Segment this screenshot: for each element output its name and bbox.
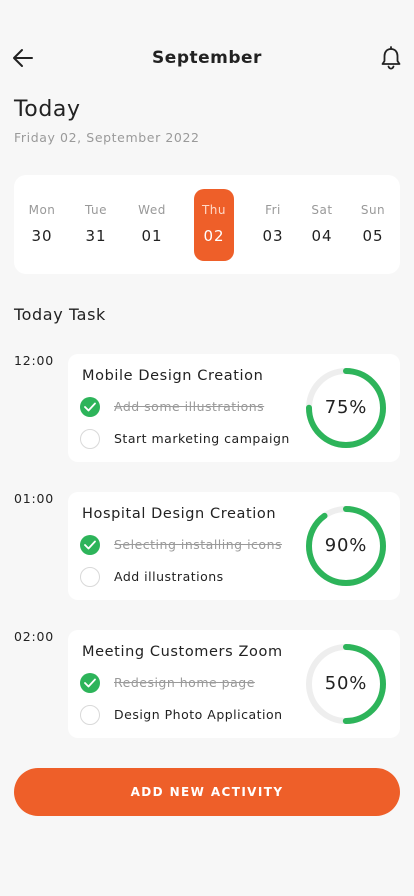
checkbox-unchecked[interactable] bbox=[80, 429, 100, 449]
section-title: Today Task bbox=[14, 305, 106, 324]
day-name: Tue bbox=[85, 203, 107, 217]
progress-ring: 75% bbox=[306, 368, 386, 448]
progress-ring: 50% bbox=[306, 644, 386, 724]
check-icon bbox=[84, 540, 96, 550]
progress-percent: 90% bbox=[324, 535, 368, 556]
today-date: Friday 02, September 2022 bbox=[14, 130, 200, 145]
subtask-item: Add some illustrations bbox=[80, 396, 310, 418]
notification-button[interactable] bbox=[378, 44, 404, 72]
checkbox-checked[interactable] bbox=[80, 673, 100, 693]
task-card[interactable]: Mobile Design Creation Add some illustra… bbox=[68, 354, 400, 462]
day-wed[interactable]: Wed 01 bbox=[132, 189, 172, 261]
day-name: Sat bbox=[311, 203, 333, 217]
subtask-item: Redesign home page bbox=[80, 672, 310, 694]
subtask-label: Add illustrations bbox=[114, 569, 224, 584]
day-thu-selected[interactable]: Thu 02 bbox=[194, 189, 234, 261]
task-time: 01:00 bbox=[14, 491, 55, 506]
progress-percent: 50% bbox=[324, 673, 368, 694]
day-name: Fri bbox=[265, 203, 281, 217]
day-sun[interactable]: Sun 05 bbox=[353, 189, 393, 261]
day-number: 04 bbox=[311, 227, 333, 245]
checkbox-checked[interactable] bbox=[80, 535, 100, 555]
task-title: Mobile Design Creation bbox=[82, 368, 264, 384]
task-title: Meeting Customers Zoom bbox=[82, 644, 283, 660]
task-title: Hospital Design Creation bbox=[82, 506, 277, 522]
subtask-item: Selecting installing icons bbox=[80, 534, 310, 556]
subtask-item: Start marketing campaign bbox=[80, 428, 310, 450]
subtask-label: Redesign home page bbox=[114, 675, 255, 690]
checkbox-unchecked[interactable] bbox=[80, 705, 100, 725]
checkbox-unchecked[interactable] bbox=[80, 567, 100, 587]
task-card[interactable]: Meeting Customers Zoom Redesign home pag… bbox=[68, 630, 400, 738]
today-heading: Today bbox=[14, 97, 81, 122]
day-number: 05 bbox=[362, 227, 384, 245]
header: September bbox=[0, 40, 414, 76]
day-name: Mon bbox=[28, 203, 56, 217]
day-name: Wed bbox=[138, 203, 166, 217]
day-fri[interactable]: Fri 03 bbox=[253, 189, 293, 261]
week-calendar: Mon 30 Tue 31 Wed 01 Thu 02 Fri 03 Sat 0… bbox=[14, 175, 400, 274]
day-name: Thu bbox=[201, 203, 227, 217]
progress-percent: 75% bbox=[324, 397, 368, 418]
task-time: 02:00 bbox=[14, 629, 55, 644]
day-number: 30 bbox=[31, 227, 53, 245]
page-title: September bbox=[152, 48, 262, 68]
subtask-label: Design Photo Application bbox=[114, 707, 283, 722]
day-name: Sun bbox=[360, 203, 386, 217]
subtask-label: Start marketing campaign bbox=[114, 431, 290, 446]
day-tue[interactable]: Tue 31 bbox=[76, 189, 116, 261]
subtask-item: Design Photo Application bbox=[80, 704, 310, 726]
day-number: 01 bbox=[141, 227, 163, 245]
day-sat[interactable]: Sat 04 bbox=[302, 189, 342, 261]
day-number: 31 bbox=[85, 227, 107, 245]
bell-icon bbox=[381, 46, 401, 70]
day-number: 02 bbox=[203, 227, 225, 245]
check-icon bbox=[84, 678, 96, 688]
checkbox-checked[interactable] bbox=[80, 397, 100, 417]
subtask-label: Add some illustrations bbox=[114, 399, 265, 414]
day-mon[interactable]: Mon 30 bbox=[22, 189, 62, 261]
progress-ring: 90% bbox=[306, 506, 386, 586]
subtask-item: Add illustrations bbox=[80, 566, 310, 588]
task-time: 12:00 bbox=[14, 353, 55, 368]
task-card[interactable]: Hospital Design Creation Selecting insta… bbox=[68, 492, 400, 600]
day-number: 03 bbox=[262, 227, 284, 245]
subtask-label: Selecting installing icons bbox=[114, 537, 283, 552]
add-new-activity-button[interactable]: ADD NEW ACTIVITY bbox=[14, 768, 400, 816]
check-icon bbox=[84, 402, 96, 412]
